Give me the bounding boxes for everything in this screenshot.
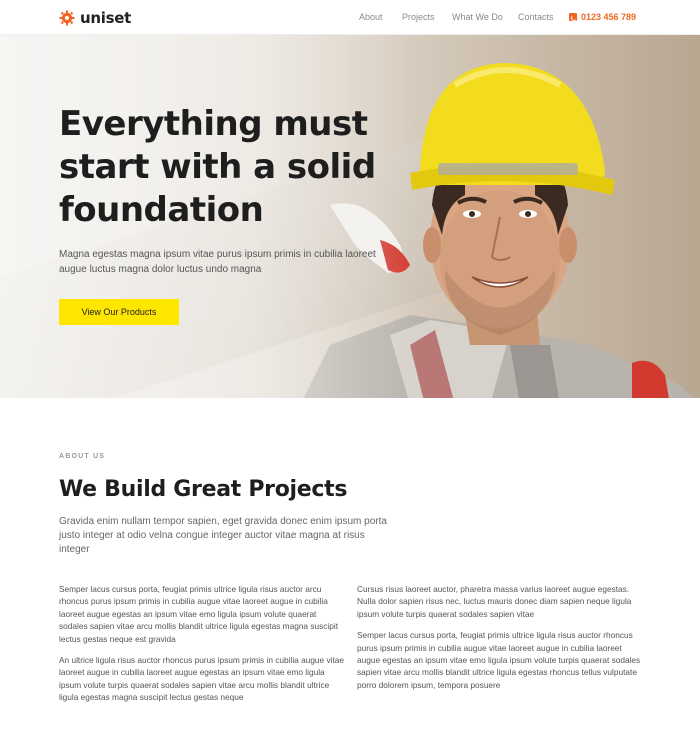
hero-title: Everything must start with a solid found… [59,104,376,230]
section-lead: Gravida enim nullam tempor sapien, eget … [59,516,387,555]
phone-icon [569,13,577,21]
nav-contacts[interactable]: Contacts [518,12,554,22]
nav-projects[interactable]: Projects [402,12,435,22]
phone-number: 0123 456 789 [581,12,637,22]
phone-link[interactable]: 0123 456 789 [569,12,636,22]
section-kicker: ABOUT US [59,453,106,460]
view-products-button[interactable]: View Our Products [59,299,179,325]
about-paragraph: Cursus risus laoreet auctor, pharetra ma… [357,584,632,619]
hero-section: Everything must start with a solid found… [0,35,700,398]
nav-what-we-do[interactable]: What We Do [452,12,503,22]
site-header: uniset About Projects What We Do Contact… [0,0,700,35]
about-column-left: Semper lacus cursus porta, feugiat primi… [59,583,344,713]
about-paragraph: Semper lacus cursus porta, feugiat primi… [59,584,339,644]
about-column-right: Cursus risus laoreet auctor, pharetra ma… [357,583,642,700]
about-paragraph: Semper lacus cursus porta, feugiat primi… [357,630,641,690]
hero-subtitle: Magna egestas magna ipsum vitae purus ip… [59,249,376,275]
nav-about[interactable]: About [359,12,383,22]
section-title: We Build Great Projects [59,477,348,502]
about-paragraph: An ultrice ligula risus auctor rhoncus p… [59,655,344,703]
